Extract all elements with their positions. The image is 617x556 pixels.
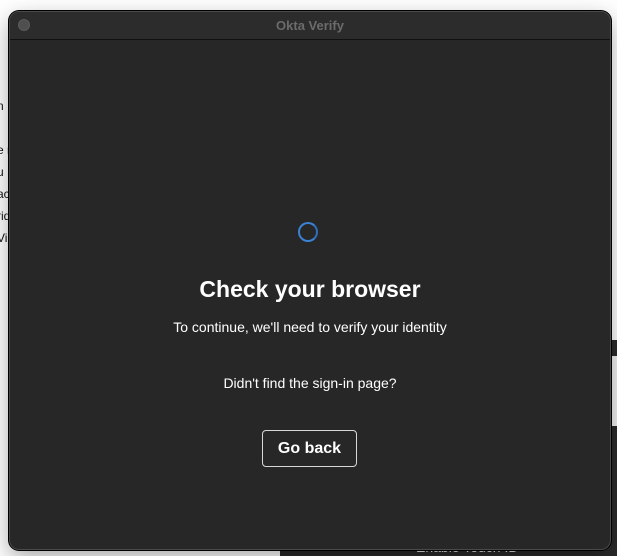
title-bar[interactable]: Okta Verify (10, 12, 610, 40)
window-title: Okta Verify (276, 18, 344, 33)
desktop: n e r u ac rid Vi Enable Touch ID Okta V… (0, 0, 617, 556)
dialog-content: Check your browser To continue, we'll ne… (10, 40, 610, 549)
go-back-button[interactable]: Go back (262, 430, 357, 467)
page-title: Check your browser (199, 276, 421, 302)
help-text: Didn't find the sign-in page? (223, 375, 397, 391)
okta-verify-window: Okta Verify Check your browser To contin… (9, 11, 611, 550)
instruction-text: To continue, we'll need to verify your i… (173, 319, 447, 335)
loading-spinner-icon (298, 222, 318, 242)
